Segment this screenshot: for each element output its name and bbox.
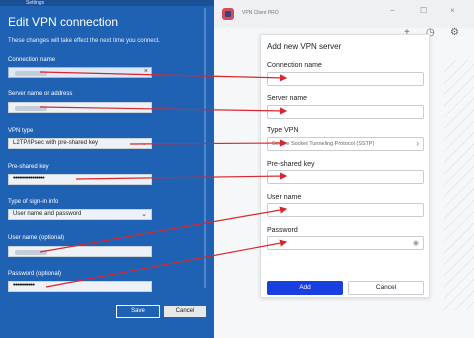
pre-shared-key-value: •••••••••••••••• [13, 175, 45, 182]
chevron-down-icon: ⌄ [141, 140, 147, 147]
password-value: ••••••••••• [13, 282, 35, 289]
username-input[interactable] [267, 203, 424, 217]
password-label: Password [267, 227, 298, 234]
pre-shared-key-label: Pre-shared key [267, 161, 315, 168]
redacted-value [15, 250, 47, 255]
chevron-right-icon: › [416, 139, 419, 148]
close-icon[interactable]: × [450, 6, 455, 15]
connection-name-label: Connection name [8, 57, 56, 63]
app-title: VPN Client PRO [242, 10, 279, 16]
minimize-icon[interactable]: − [390, 6, 395, 15]
app-header: VPN Client PRO − ☐ × [214, 0, 474, 28]
page-subtitle: These changes will take effect the next … [8, 38, 160, 44]
password-input[interactable]: ◉ [267, 236, 424, 250]
pre-shared-key-label: Pre-shared key [8, 164, 49, 170]
password-field[interactable]: ••••••••••• [8, 281, 152, 292]
window-titlebar: Settings [0, 0, 214, 6]
vpn-type-value: Secure Socket Tunneling Protocol (SSTP) [272, 141, 375, 147]
username-label: User name [267, 194, 302, 201]
sign-in-type-select[interactable]: User name and password ⌄ [8, 209, 152, 220]
connection-name-input[interactable] [267, 72, 424, 86]
sign-in-type-value: User name and password [13, 211, 82, 217]
background-pattern [444, 60, 474, 310]
page-title: Edit VPN connection [8, 15, 119, 29]
vpn-type-label: Type VPN [267, 127, 299, 134]
username-field[interactable] [8, 246, 152, 257]
sign-in-type-label: Type of sign-in info [8, 199, 59, 205]
password-label: Password (optional) [8, 271, 62, 277]
window-titlebar-text: Settings [26, 0, 45, 6]
username-label: User name (optional) [8, 235, 65, 241]
connection-name-label: Connection name [267, 62, 322, 69]
app-logo [222, 8, 234, 20]
windows-vpn-panel: Settings Edit VPN connection These chang… [0, 0, 214, 338]
redacted-value [15, 106, 47, 111]
redacted-value [15, 71, 47, 76]
maximize-icon[interactable]: ☐ [420, 6, 427, 15]
vpn-type-value: L2TP/IPsec with pre-shared key [13, 140, 99, 146]
close-icon[interactable]: × [144, 68, 148, 75]
connection-name-field[interactable]: × [8, 67, 152, 78]
settings-icon[interactable]: ⚙ [450, 27, 459, 38]
server-name-input[interactable] [267, 105, 424, 119]
server-name-label: Server name [267, 95, 308, 102]
vpn-type-label: VPN type [8, 128, 34, 134]
server-address-field[interactable] [8, 102, 152, 113]
vpn-type-select[interactable]: Secure Socket Tunneling Protocol (SSTP) … [267, 137, 424, 151]
server-name-label: Server name or address [8, 91, 73, 97]
cancel-button[interactable]: Cancel [348, 281, 424, 295]
add-button[interactable]: Add [267, 281, 343, 295]
scrollbar[interactable] [204, 8, 206, 288]
pre-shared-key-input[interactable] [267, 170, 424, 184]
save-button[interactable]: Save [116, 305, 160, 318]
vpn-type-select[interactable]: L2TP/IPsec with pre-shared key ⌄ [8, 138, 152, 149]
pre-shared-key-field[interactable]: •••••••••••••••• [8, 174, 152, 185]
eye-icon[interactable]: ◉ [413, 239, 419, 247]
dialog-title: Add new VPN server [267, 42, 342, 51]
add-vpn-server-dialog: Add new VPN server Connection name Serve… [260, 34, 430, 298]
chevron-down-icon: ⌄ [141, 211, 147, 218]
cancel-button[interactable]: Cancel [163, 305, 207, 318]
